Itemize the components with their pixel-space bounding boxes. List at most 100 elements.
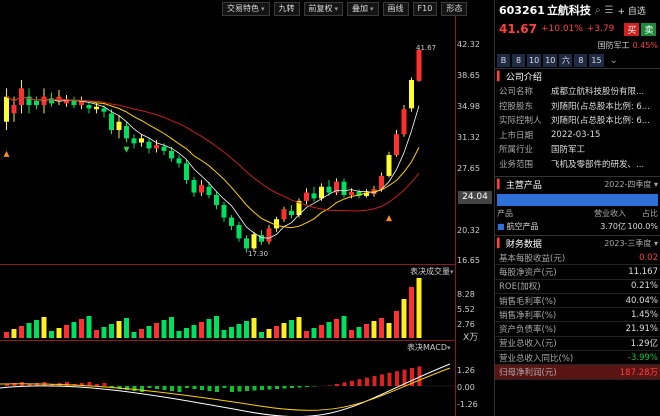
candle-body: [259, 235, 264, 242]
candle-body: [341, 181, 347, 196]
buy-button[interactable]: 买: [624, 22, 640, 36]
sector-row[interactable]: 国防军工 0.45%: [495, 38, 660, 52]
candle-body: [86, 105, 92, 109]
list-item: ROE(加权) 0.21%: [495, 280, 660, 294]
macd-histogram-bar: [192, 386, 197, 389]
company-section-title[interactable]: ▍ 公司介绍: [495, 68, 660, 84]
list-item: 实际控制人 刘随阳(占总股本比例: 6...: [499, 116, 650, 127]
tab-item[interactable]: 15: [589, 53, 604, 67]
macd-histogram-bar: [102, 383, 107, 386]
toolbar-f10-button[interactable]: F10: [412, 2, 438, 16]
candle-body: [236, 225, 242, 239]
macd-histogram-bar: [207, 386, 212, 391]
tab-item[interactable]: 六: [559, 53, 573, 67]
volume-bar: [191, 325, 197, 338]
list-item: 销售毛利率(%) 40.04%: [495, 294, 660, 309]
chevron-down-icon: ▾: [334, 5, 339, 13]
list-item: 上市日期 2022-03-15: [499, 129, 601, 141]
kline-chart-area[interactable]: 交易特色 ▾ 九转 前复权 ▾ 叠加 ▾ 画线 F10 形态 42.32 38.65 …: [0, 0, 494, 416]
volume-bar: [86, 316, 92, 338]
macd-scale-label: -1.26: [457, 400, 478, 409]
high-price-label: 41.67: [416, 44, 437, 52]
candle-body: [199, 185, 204, 193]
toolbar-pattern-button[interactable]: 形态: [441, 2, 468, 16]
volume-bar: [386, 323, 392, 338]
add-favorite-button[interactable]: + 自选: [618, 4, 646, 17]
product-section-title[interactable]: ▍ 主营产品 2022-四季度 ▾: [495, 176, 660, 192]
volume-bar: [394, 311, 399, 338]
chevron-down-icon: ▾: [446, 344, 451, 352]
toolbar-trade-feature-button[interactable]: 交易特色 ▾: [222, 2, 270, 16]
volume-bar: [116, 321, 122, 338]
price-scale-label: 42.32: [457, 40, 480, 49]
volume-bar: [64, 325, 69, 338]
candle-body: [274, 219, 279, 229]
chevron-down-icon[interactable]: ⌄: [610, 55, 618, 66]
toolbar-draw-button[interactable]: 画线: [382, 2, 409, 16]
volume-bar: [56, 328, 62, 338]
volume-bar: [364, 324, 369, 338]
volume-bar: [184, 328, 189, 338]
product-share-bar: [497, 194, 658, 206]
volume-bar: [19, 326, 24, 338]
macd-histogram-bar: [230, 386, 234, 392]
low-price-label: 17.30: [248, 250, 269, 258]
volume-bar: [11, 329, 17, 338]
search-icon[interactable]: ⌕: [595, 5, 601, 16]
tab-item[interactable]: 8: [512, 53, 525, 67]
chevron-down-icon: ▾: [370, 5, 374, 13]
tab-item[interactable]: B: [497, 53, 510, 67]
finance-list: 基本每股收益(元) 0.02 每股净资产(元) 11.167 ROE(加权) 0.21…: [495, 251, 660, 380]
volume-bar: [326, 322, 332, 338]
macd-histogram-bar: [252, 386, 257, 391]
macd-histogram-bar: [335, 384, 339, 386]
volume-scale-label: 8.28: [457, 290, 475, 299]
chart-toolbar: 交易特色 ▾ 九转 前复权 ▾ 叠加 ▾ 画线 F10 形态: [222, 2, 468, 16]
candle-body: [41, 96, 47, 106]
quote-row: 41.67 +10.01% +3.79 买 卖: [495, 20, 660, 38]
section-marker-icon: ▍: [497, 238, 504, 249]
list-item: 基本每股收益(元) 0.02: [495, 251, 660, 266]
candle-body: [326, 186, 332, 193]
toolbar-overlay-button[interactable]: 叠加 ▾: [347, 2, 379, 16]
candle-body: [394, 134, 399, 156]
macd-histogram-bar: [282, 386, 287, 389]
volume-bar: [251, 318, 257, 338]
list-item: 公司名称 成都立航科技股份有限...: [499, 87, 645, 98]
macd-indicator-label[interactable]: 表决MACD▾: [407, 342, 451, 353]
product-period-select[interactable]: 2022-四季度 ▾: [604, 179, 660, 190]
toolbar-nine-turn-button[interactable]: 九转: [273, 2, 300, 16]
toolbar-adjust-button[interactable]: 前复权 ▾: [303, 2, 344, 16]
ma10-line: [6, 96, 420, 229]
macd-histogram-bar: [245, 386, 249, 391]
info-panel: 603261 立航科技 ⌕ ☰ + 自选 41.67 +10.01% +3.79…: [494, 0, 660, 416]
volume-bar: [236, 324, 242, 338]
finance-period-select[interactable]: 2023-三季度 ▾: [604, 238, 660, 249]
volume-indicator-label[interactable]: 表决成交量▾: [410, 266, 454, 277]
volume-bar: [229, 327, 234, 338]
volume-bar: [274, 326, 279, 338]
macd-histogram-bar: [260, 386, 264, 390]
candle-body: [4, 96, 9, 122]
macd-histogram-bar: [95, 384, 99, 386]
tab-item[interactable]: 10: [527, 53, 542, 67]
volume-bar: [214, 316, 219, 338]
candle-body: [109, 113, 114, 131]
tab-item[interactable]: 8: [574, 53, 588, 67]
volume-bar: [259, 332, 264, 338]
buy-signal-arrow: [3, 150, 10, 157]
candle-body: [281, 209, 287, 220]
macd-histogram-bar: [275, 386, 279, 389]
volume-bar: [319, 325, 324, 338]
candle-body: [34, 100, 39, 106]
macd-histogram-bar: [222, 386, 227, 388]
list-item: 销售净利率(%) 1.45%: [495, 308, 660, 323]
last-price: 41.67: [499, 22, 537, 36]
menu-icon[interactable]: ☰: [605, 5, 614, 16]
sell-button[interactable]: 卖: [641, 22, 657, 36]
macd-scale-label: 0.00: [457, 383, 475, 392]
volume-bar: [176, 331, 182, 338]
finance-section-title[interactable]: ▍ 财务数据 2023-三季度 ▾: [495, 235, 660, 251]
tab-item[interactable]: 10: [543, 53, 558, 67]
macd-histogram-bar: [387, 372, 392, 386]
